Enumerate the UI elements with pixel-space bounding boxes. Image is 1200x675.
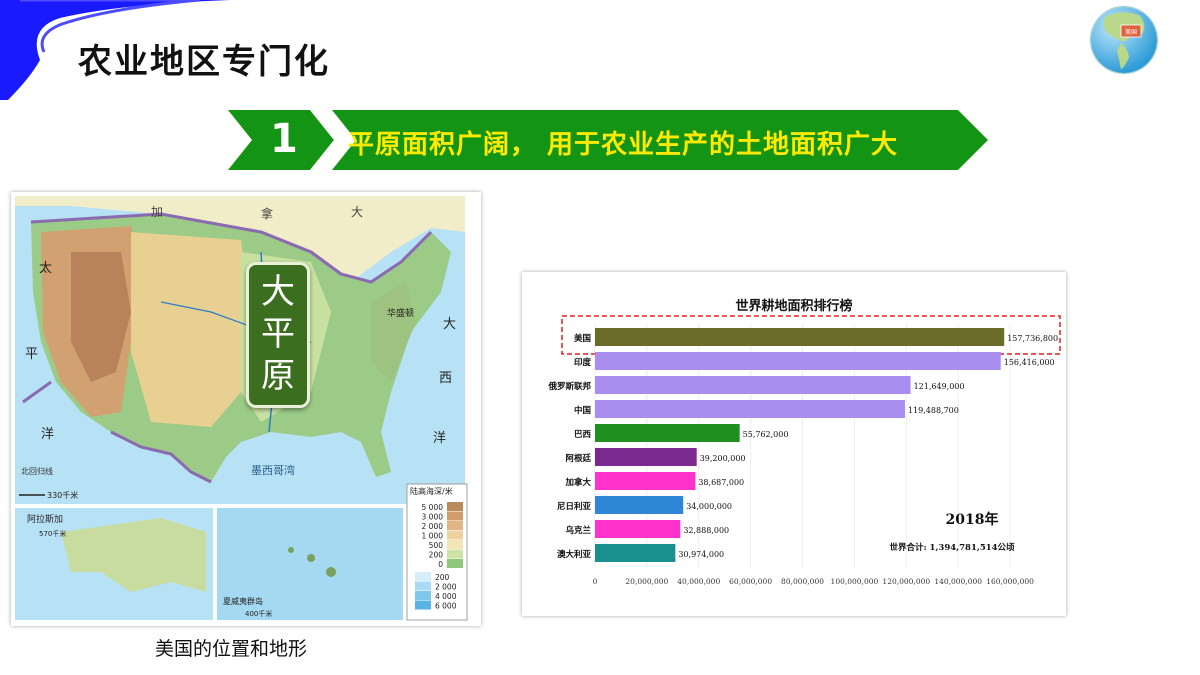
x-tick-label: 80,000,000: [781, 577, 824, 586]
label-canada-3: 大: [351, 205, 363, 219]
banner-number: 1: [270, 116, 298, 162]
legend-sea-swatch: [415, 591, 431, 600]
label-canada-1: 加: [151, 205, 163, 219]
category-label: 乌克兰: [565, 525, 591, 536]
bar: [595, 544, 676, 562]
value-label: 38,687,000: [698, 478, 744, 487]
value-label: 34,000,000: [686, 502, 732, 511]
slide-title: 农业地区专门化: [78, 42, 330, 82]
legend-land-swatch: [447, 549, 463, 559]
category-label: 美国: [574, 333, 591, 344]
bar: [595, 448, 697, 466]
legend-sea-label: 200: [435, 573, 450, 582]
x-tick-label: 60,000,000: [729, 577, 772, 586]
category-label: 俄罗斯联邦: [547, 381, 591, 392]
category-label: 印度: [574, 357, 592, 368]
year-label: 2018年: [946, 511, 999, 528]
map-caption: 美国的位置和地形: [155, 638, 308, 660]
scale-alaska: 570千米: [39, 529, 66, 538]
legend-sea-swatch: [415, 600, 431, 610]
legend-land-swatch: [447, 540, 463, 549]
great-plains-label: 大 平 原: [246, 262, 310, 408]
chart-title: 世界耕地面积排行榜: [735, 298, 852, 314]
bar: [595, 496, 684, 514]
label-canada-2: 拿: [261, 206, 273, 221]
label-hawaii: 夏威夷群岛: [223, 596, 263, 606]
usa-terrain-map-graphic: 太 平 洋 大 西 洋 加 拿 大 墨西哥湾 华盛顿 北回归线 330千米 阿拉…: [15, 196, 468, 621]
arable-land-chart: 世界耕地面积排行榜 0 20,000,000 40,000,000 60,000,000…: [522, 272, 1066, 616]
globe-icon: 美国: [1090, 6, 1158, 74]
legend-land-swatch: [447, 502, 463, 511]
legend-land-label: 500: [429, 541, 444, 550]
legend-land-swatch: [447, 530, 463, 540]
legend-sea-swatch: [415, 572, 431, 581]
x-tick-label: 40,000,000: [677, 577, 720, 586]
label-atlantic-2: 西: [439, 371, 452, 386]
banner-text: 平原面积广阔， 用于农业生产的土地面积广大: [348, 130, 899, 160]
bar: [595, 472, 696, 490]
world-total-label: 世界合计: 1,394,781,514公顷: [889, 542, 1015, 553]
legend-land-label: 5 000: [422, 503, 444, 512]
legend-land-label: 3 000: [422, 513, 444, 522]
scale-hawaii: 400千米: [245, 609, 272, 618]
value-label: 121,649,000: [914, 382, 965, 391]
label-tropic: 北回归线: [21, 466, 53, 476]
category-label: 阿根廷: [565, 453, 591, 464]
arable-land-bar-chart: 世界耕地面积排行榜 0 20,000,000 40,000,000 60,000,000…: [547, 298, 1061, 586]
x-tick-label: 140,000,000: [934, 577, 982, 586]
value-label: 55,762,000: [743, 430, 789, 439]
usa-terrain-map: 太 平 洋 大 西 洋 加 拿 大 墨西哥湾 华盛顿 北回归线 330千米 阿拉…: [11, 192, 481, 626]
globe-usa-label: 美国: [1125, 28, 1137, 36]
value-label: 157,736,800: [1007, 334, 1058, 343]
bar: [595, 328, 1005, 346]
legend-sea-swatch: [415, 581, 431, 591]
label-pacific-3: 洋: [41, 427, 54, 442]
x-tick-label: 160,000,000: [986, 577, 1034, 586]
x-tick-label: 120,000,000: [882, 577, 930, 586]
legend-land-label: 200: [429, 551, 444, 560]
great-plains-char-3: 原: [261, 356, 295, 396]
legend-land-swatch: [447, 511, 463, 521]
category-label: 中国: [574, 405, 591, 416]
label-atlantic-1: 大: [443, 317, 456, 332]
bar: [595, 400, 905, 418]
value-label: 119,488,700: [908, 406, 959, 415]
x-tick-label: 0: [593, 577, 598, 586]
label-atlantic-3: 洋: [433, 431, 446, 446]
x-tick-label: 20,000,000: [625, 577, 668, 586]
legend-sea-label: 6 000: [435, 602, 457, 611]
bar: [595, 520, 681, 538]
legend-land-swatch: [447, 559, 463, 568]
x-tick-label: 100,000,000: [831, 577, 879, 586]
legend-land-label: 1 000: [422, 532, 444, 541]
category-label: 加拿大: [564, 477, 591, 488]
value-label: 30,974,000: [678, 550, 724, 559]
category-label: 尼日利亚: [557, 501, 592, 512]
great-plains-char-2: 平: [261, 314, 295, 354]
legend-sea-label: 2 000: [435, 583, 457, 592]
label-pacific-2: 平: [25, 347, 38, 362]
value-label: 32,888,000: [683, 526, 729, 535]
legend-land-label: 0: [438, 560, 443, 569]
bar: [595, 352, 1001, 370]
label-washington: 华盛顿: [387, 307, 414, 319]
category-label: 澳大利亚: [557, 549, 592, 560]
label-alaska: 阿拉斯加: [27, 513, 63, 525]
bar: [595, 424, 740, 442]
legend-title: 陆高海深/米: [410, 486, 453, 496]
label-pacific-1: 太: [39, 261, 52, 276]
legend-sea-label: 4 000: [435, 592, 457, 601]
category-label: 巴西: [574, 430, 592, 440]
great-plains-char-1: 大: [261, 272, 295, 312]
bar: [595, 376, 911, 394]
legend-land-swatch: [447, 521, 463, 530]
legend-land-label: 2 000: [422, 522, 444, 531]
label-gulf: 墨西哥湾: [251, 463, 295, 477]
value-label: 39,200,000: [700, 454, 746, 463]
scale-main: 330千米: [47, 490, 78, 500]
value-label: 156,416,000: [1004, 358, 1055, 367]
